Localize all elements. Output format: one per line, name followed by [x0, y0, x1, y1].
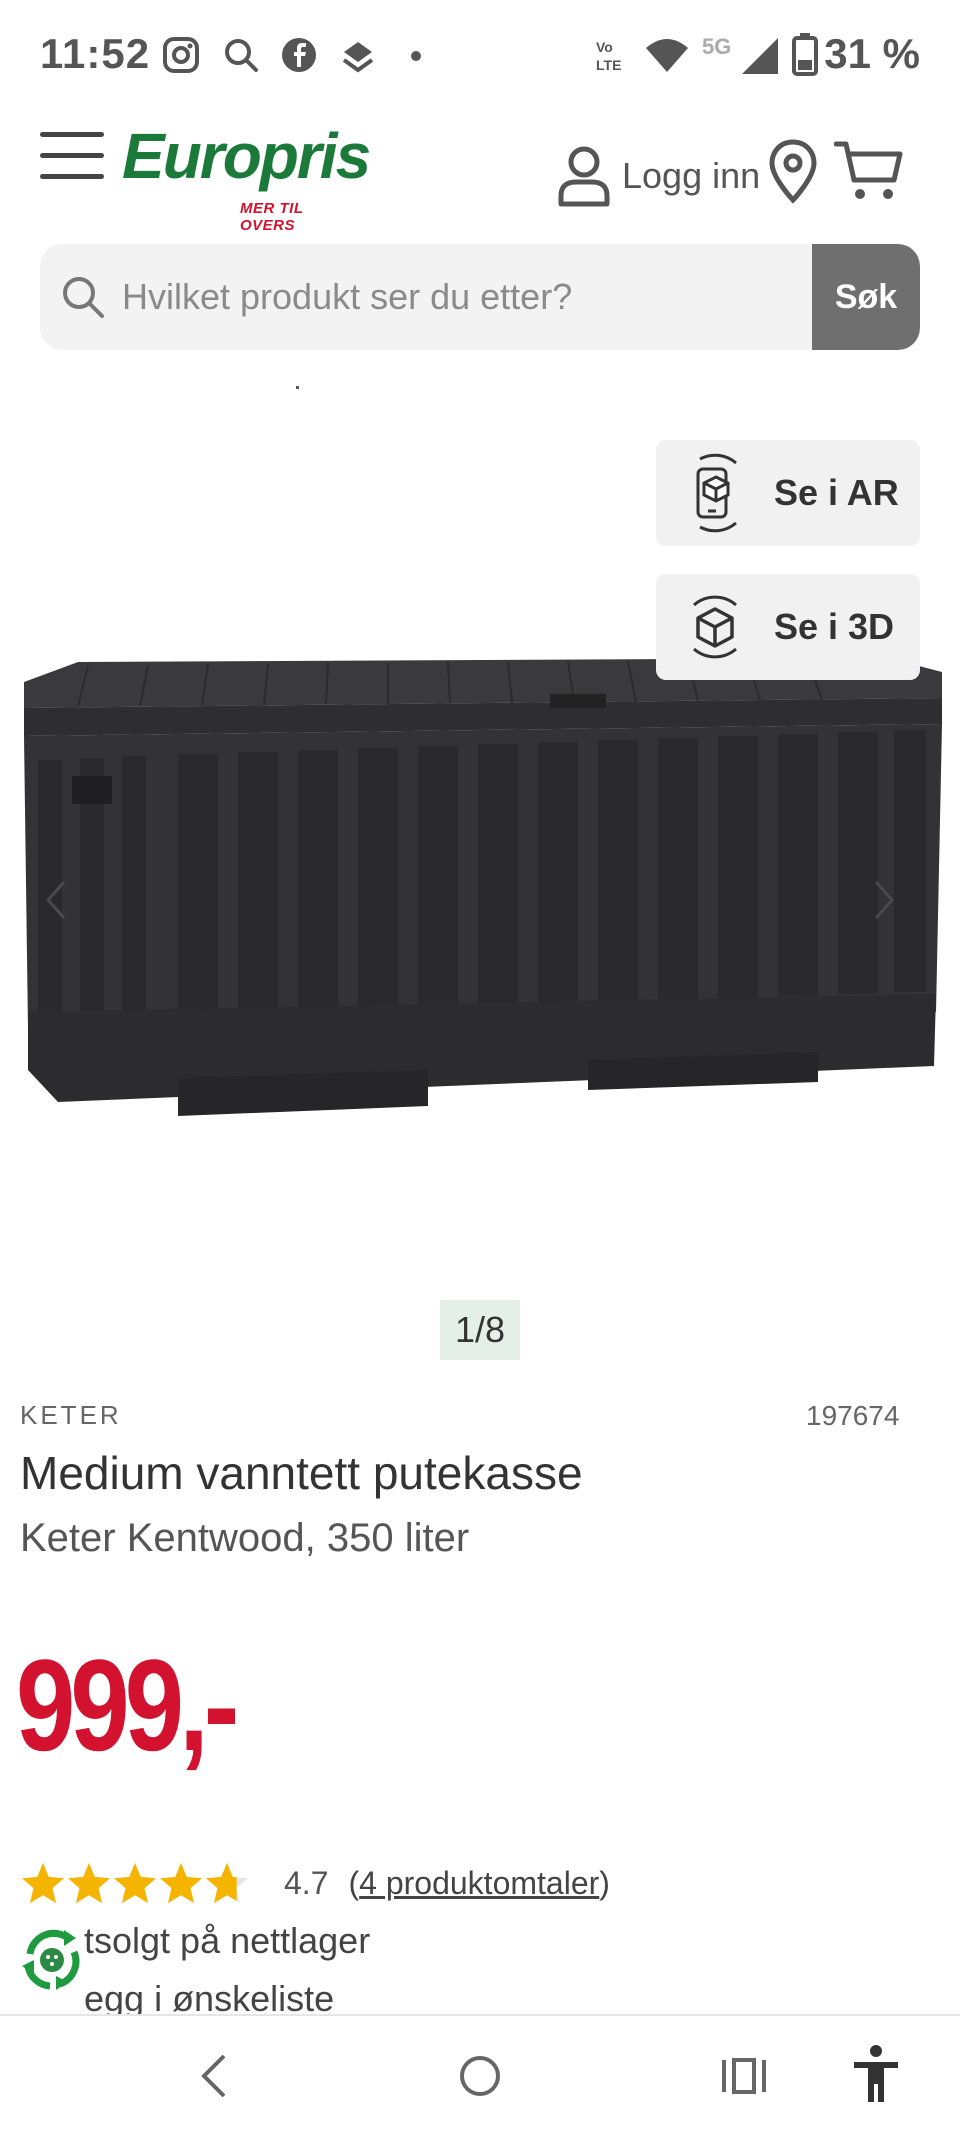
product-subtitle: Keter Kentwood, 350 liter: [20, 1516, 470, 1560]
instagram-icon: [163, 37, 199, 73]
menu-icon-line: [40, 174, 104, 179]
ar-label: Se i AR: [774, 472, 899, 513]
next-image-arrow[interactable]: [872, 878, 896, 922]
product-sku: 197674: [806, 1400, 900, 1431]
user-icon: [558, 146, 610, 207]
status-bar: 11:52 Vo LTE 5G 31 %: [0, 0, 960, 110]
image-artifact: [296, 386, 299, 389]
facebook-icon: [282, 38, 316, 72]
menu-icon-line: [40, 132, 104, 137]
menu-icon-line: [40, 153, 104, 158]
product-title: Medium vanntett putekasse: [20, 1447, 583, 1499]
star-full-icon: [21, 1862, 65, 1904]
menu-button[interactable]: [40, 132, 104, 180]
back-icon[interactable]: [196, 2052, 232, 2100]
network-label: 5G: [702, 34, 732, 59]
reviews-close-paren: ): [599, 1864, 610, 1901]
cart-icon[interactable]: [834, 140, 904, 202]
wifi-icon: [646, 39, 688, 72]
login-button[interactable]: Logg inn: [556, 136, 760, 216]
volte-icon: Vo LTE: [596, 39, 621, 73]
previous-image-arrow[interactable]: [44, 878, 68, 922]
svg-text:LTE: LTE: [596, 57, 621, 73]
dot-icon: [411, 51, 421, 61]
view-in-3d-button[interactable]: Se i 3D: [656, 574, 920, 680]
star-partial-icon: [205, 1862, 249, 1904]
accessibility-icon[interactable]: [850, 2044, 902, 2104]
search-status-icon: [225, 39, 258, 72]
battery-icon: [792, 33, 818, 76]
product-rating: 4.7 (4 produktomtaler): [20, 1858, 610, 1908]
online-availability: tsolgt på nettlager: [84, 1920, 371, 1961]
site-header: Europris MER TIL OVERS Logg inn: [0, 110, 960, 240]
3d-cube-icon: [693, 595, 737, 659]
rating-value: 4.7: [284, 1864, 329, 1901]
search-button[interactable]: Søk: [812, 244, 920, 350]
ar-phone-icon: [696, 453, 737, 533]
product-price: 999,-: [16, 1632, 239, 1778]
layers-icon: [342, 42, 374, 73]
product-gallery: Se i AR Se i 3D 1/8: [0, 380, 960, 1360]
reviews-link[interactable]: (4 produktomtaler): [348, 1865, 609, 1902]
android-navigation-bar: [0, 2014, 960, 2133]
reviews-label: 4 produktomtaler: [359, 1864, 600, 1901]
search-bar: Søk: [40, 244, 920, 350]
signal-icon: [742, 38, 778, 74]
reviews-open-paren: (: [348, 1864, 360, 1901]
search-icon: [63, 277, 104, 318]
3d-label: Se i 3D: [774, 606, 895, 647]
view-in-ar-button[interactable]: Se i AR: [656, 440, 920, 546]
europris-logo[interactable]: Europris MER TIL OVERS: [122, 120, 371, 234]
recycle-badge-icon[interactable]: [16, 1924, 88, 1996]
product-image[interactable]: [18, 620, 942, 1180]
store-locator-icon[interactable]: [768, 138, 818, 204]
search-input[interactable]: [122, 244, 842, 350]
recent-apps-icon[interactable]: [720, 2052, 768, 2100]
product-brand[interactable]: KETER: [20, 1400, 122, 1431]
image-counter: 1/8: [440, 1300, 520, 1360]
logo-tagline: MER TIL OVERS: [240, 200, 304, 234]
status-time: 11:52: [40, 30, 151, 77]
battery-level: 31 %: [824, 30, 920, 77]
home-icon[interactable]: [456, 2052, 504, 2100]
star-full-icon: [159, 1862, 203, 1904]
rating-stars: [20, 1861, 250, 1905]
svg-text:Vo: Vo: [596, 39, 613, 55]
side-handle: [72, 776, 112, 804]
star-full-icon: [113, 1862, 157, 1904]
login-label: Logg inn: [622, 155, 761, 196]
star-full-icon: [67, 1862, 111, 1904]
lid-latch: [550, 694, 606, 708]
logo-wordmark: Europris: [122, 120, 371, 192]
